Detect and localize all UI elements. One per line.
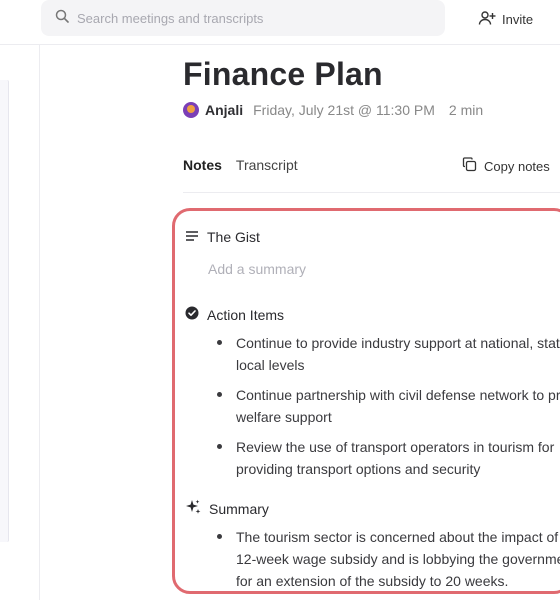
search-input[interactable]: Search meetings and transcripts <box>77 11 263 26</box>
tab-bar: Notes Transcript <box>183 157 312 181</box>
meeting-duration: 2 min <box>448 102 484 118</box>
action-items-label: Action Items <box>207 306 285 323</box>
sparkle-icon <box>185 499 209 518</box>
gist-heading: The Gist <box>207 229 260 245</box>
tab-transcript[interactable]: Transcript <box>236 157 298 181</box>
invite-button[interactable]: Invite <box>478 8 533 30</box>
copy-icon <box>462 157 484 175</box>
page-title: Finance Plan <box>183 56 383 92</box>
notes-card: The Gist Add a summary Action Items Cont… <box>172 208 560 594</box>
summary-label: Summary <box>209 500 269 517</box>
invite-label: Invite <box>502 11 534 27</box>
meeting-datetime: Friday, July 21st @ 11:30 PM <box>253 102 435 118</box>
check-circle-icon <box>185 306 207 323</box>
meeting-meta: Anjali Friday, July 21st @ 11:30 PM 2 mi… <box>183 102 483 118</box>
copy-notes-button[interactable]: Copy notes <box>462 157 550 175</box>
list-item: Review the use of transport operators in… <box>175 436 560 480</box>
add-user-icon <box>478 10 502 29</box>
avatar[interactable] <box>183 102 199 118</box>
copy-notes-label: Copy notes <box>484 158 550 174</box>
search-icon <box>55 9 77 28</box>
summary-input[interactable]: Add a summary <box>208 261 306 277</box>
author-name[interactable]: Anjali <box>205 102 243 118</box>
top-bar: Search meetings and transcripts Invite <box>0 0 560 45</box>
summary-list: The tourism sector is concerned about th… <box>175 526 560 591</box>
action-items-heading: Action Items <box>185 306 284 323</box>
lines-icon <box>185 229 207 245</box>
summary-heading: Summary <box>185 499 269 518</box>
list-item: Continue to provide industry support at … <box>175 332 560 376</box>
search-bar[interactable]: Search meetings and transcripts <box>41 0 445 36</box>
left-panel-edge <box>0 80 9 542</box>
action-items-list: Continue to provide industry support at … <box>175 332 560 488</box>
tab-notes[interactable]: Notes <box>183 157 222 181</box>
gist-section-heading: The Gist <box>185 229 260 245</box>
list-item: The tourism sector is concerned about th… <box>175 526 560 591</box>
tabs-divider <box>183 192 560 193</box>
list-item: Continue partnership with civil defense … <box>175 384 560 428</box>
